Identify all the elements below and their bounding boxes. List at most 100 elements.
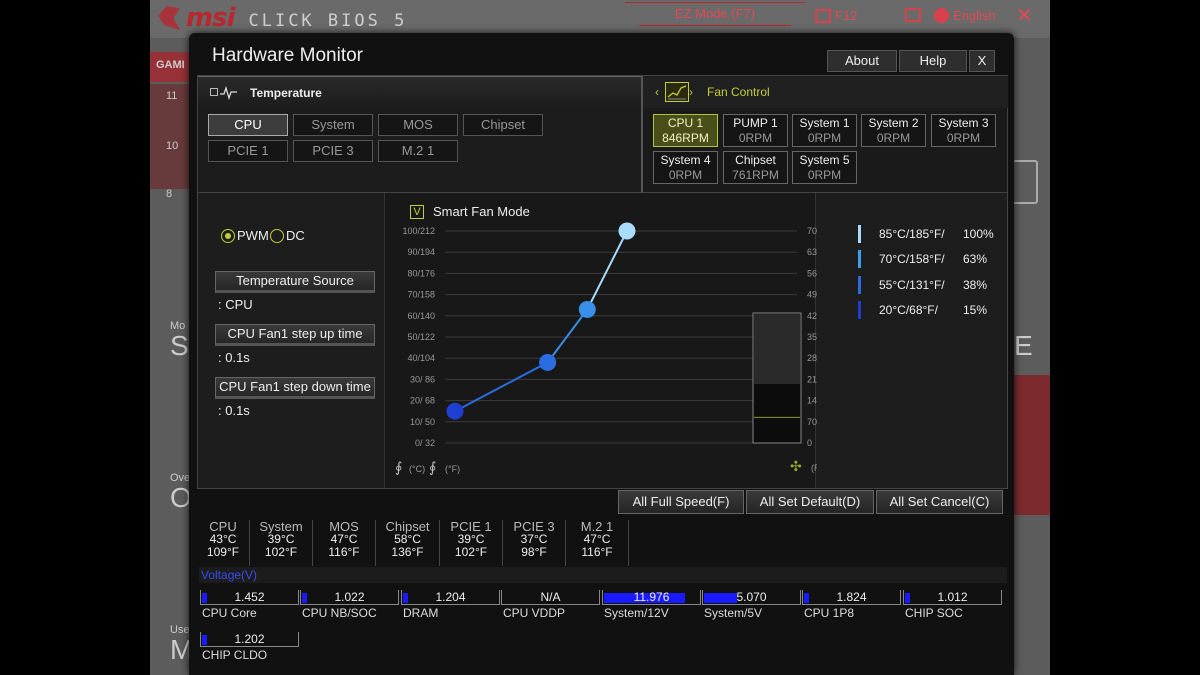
legend-row[interactable]: 20°C/68°F/15% <box>858 300 998 320</box>
temp-source-cpu[interactable]: CPU <box>208 114 288 136</box>
legend-color-bar <box>858 301 861 319</box>
curve-point[interactable] <box>446 402 464 420</box>
voltage-name: CHIP CLDO <box>202 648 268 662</box>
fan-rpm: 0RPM <box>946 131 981 145</box>
x-unit-c: (°C) <box>409 464 425 474</box>
y-tick-label-temp: 100/212 <box>402 226 435 236</box>
fan-system1-button[interactable]: System 1 0RPM <box>792 114 857 147</box>
fan-rpm: 0RPM <box>807 168 842 182</box>
legend-pct: 15% <box>963 303 988 317</box>
y-tick-label-rpm: 4900 <box>807 290 817 300</box>
curve-point[interactable] <box>618 222 636 240</box>
fan-icon: ✣ <box>790 459 802 475</box>
temperature-label: Temperature <box>250 86 322 100</box>
step-down-time-button[interactable]: CPU Fan1 step down time <box>215 377 375 399</box>
language-label: English <box>953 8 996 23</box>
globe-icon <box>934 8 949 23</box>
temp-readout-m2-1: M.2 1 47°C 116°F <box>566 520 629 566</box>
voltage-value: 1.022 <box>334 590 365 604</box>
temp-readout-pcie1: PCIE 1 39°C 102°F <box>440 520 503 566</box>
fan-name: System 1 <box>799 116 850 130</box>
fan-system2-button[interactable]: System 2 0RPM <box>861 114 926 147</box>
pwm-label: PWM <box>237 228 269 243</box>
temp-f: 116°F <box>581 545 613 559</box>
fan-chipset-button[interactable]: Chipset 761RPM <box>723 151 788 184</box>
temp-source-pcie3[interactable]: PCIE 3 <box>293 140 373 162</box>
temp-f: 109°F <box>206 545 240 559</box>
legend-temp: 70°C/158°F/ <box>879 252 945 266</box>
bios-close-icon[interactable]: ✕ <box>1016 6 1033 26</box>
legend-pct: 100% <box>963 227 994 241</box>
dragon-icon <box>158 6 180 30</box>
temp-source-system[interactable]: System <box>293 114 373 136</box>
fan-system3-button[interactable]: System 3 0RPM <box>931 114 996 147</box>
voltage-header: Voltage(V) <box>199 567 1007 583</box>
voltage-name: DRAM <box>403 606 439 620</box>
curve-point[interactable] <box>539 353 557 371</box>
voltage-name: System/12V <box>604 606 669 620</box>
search-button[interactable] <box>905 8 921 22</box>
curve-segment <box>586 230 628 310</box>
y-tick-label-temp: 40/104 <box>407 353 435 363</box>
temp-f: 102°F <box>264 545 298 559</box>
dc-label: DC <box>286 228 305 243</box>
fan-system4-button[interactable]: System 4 0RPM <box>653 151 718 184</box>
temp-source-chipset[interactable]: Chipset <box>463 114 543 136</box>
pwm-radio[interactable]: PWM <box>221 228 269 243</box>
fan-rpm: 0RPM <box>876 131 911 145</box>
voltage-value: 1.202 <box>234 632 265 646</box>
help-button[interactable]: Help <box>899 50 967 72</box>
step-up-time-button[interactable]: CPU Fan1 step up time <box>215 324 375 346</box>
about-button[interactable]: About <box>827 50 897 72</box>
fan-curve-panel: PWM DC Temperature Source : CPU CPU Fan1… <box>197 193 1008 489</box>
fan-curve-chart[interactable]: 100/212700090/194630080/176560070/158490… <box>385 193 837 488</box>
temp-source-mos[interactable]: MOS <box>378 114 458 136</box>
chart-area: 100/212700090/194630080/176560070/158490… <box>384 193 837 488</box>
voltage-item: 1.202 CHIP CLDO <box>200 632 299 668</box>
radio-dot <box>270 228 284 243</box>
all-set-cancel-button[interactable]: All Set Cancel(C) <box>876 490 1003 514</box>
y-tick-label-rpm: 5600 <box>807 268 817 278</box>
dc-radio[interactable]: DC <box>270 228 305 243</box>
ez-mode-button[interactable]: EZ Mode (F7) <box>625 2 805 26</box>
temperature-source-button[interactable]: Temperature Source <box>215 271 375 293</box>
y-tick-label-temp: 70/158 <box>407 290 435 300</box>
bg-right-icon <box>1012 160 1038 204</box>
close-button[interactable]: X <box>969 50 995 72</box>
fan-control-label: Fan Control <box>707 85 770 99</box>
rpm-unit: (RPM) <box>811 463 817 473</box>
legend-pct: 38% <box>963 278 988 292</box>
f12-screenshot-button[interactable]: F12 <box>815 8 857 23</box>
legend-row[interactable]: 55°C/131°F/38% <box>858 275 998 295</box>
y-tick-label-temp: 20/ 68 <box>410 396 435 406</box>
smart-fan-checkbox[interactable]: V <box>410 205 424 219</box>
camera-icon <box>815 8 831 23</box>
fan-rpm: 0RPM <box>668 168 703 182</box>
x-unit-f: (°F) <box>445 464 460 474</box>
all-full-speed-button[interactable]: All Full Speed(F) <box>618 490 744 514</box>
fan-system5-button[interactable]: System 5 0RPM <box>792 151 857 184</box>
legend-row[interactable]: 70°C/158°F/63% <box>858 249 998 269</box>
voltage-name: CPU Core <box>202 606 257 620</box>
temp-readout-system: System 39°C 102°F <box>250 520 313 566</box>
voltage-value: N/A <box>540 590 561 604</box>
y-tick-label-temp: 90/194 <box>407 247 435 257</box>
voltage-name: CPU NB/SOC <box>302 606 377 620</box>
language-button[interactable]: English <box>934 8 996 23</box>
step-down-time-value: : 0.1s <box>218 403 250 418</box>
fan-cpu1-button[interactable]: CPU 1 846RPM <box>653 114 718 147</box>
temp-source-pcie1[interactable]: PCIE 1 <box>208 140 288 162</box>
fan-name: PUMP 1 <box>733 116 778 130</box>
fan-name: System 5 <box>799 153 850 167</box>
temperature-source-value: : CPU <box>218 297 253 312</box>
all-set-default-button[interactable]: All Set Default(D) <box>746 490 874 514</box>
legend-row[interactable]: 85°C/185°F/100% <box>858 224 998 244</box>
curve-point[interactable] <box>578 300 596 318</box>
voltage-item: 11.976 System/12V <box>602 590 701 626</box>
y-tick-label-temp: 10/ 50 <box>410 417 435 427</box>
fan-graph-icon <box>665 82 689 102</box>
voltage-item: N/A CPU VDDP <box>501 590 600 626</box>
search-icon <box>905 8 921 22</box>
fan-pump1-button[interactable]: PUMP 1 0RPM <box>723 114 788 147</box>
temp-source-m2-1[interactable]: M.2 1 <box>378 140 458 162</box>
